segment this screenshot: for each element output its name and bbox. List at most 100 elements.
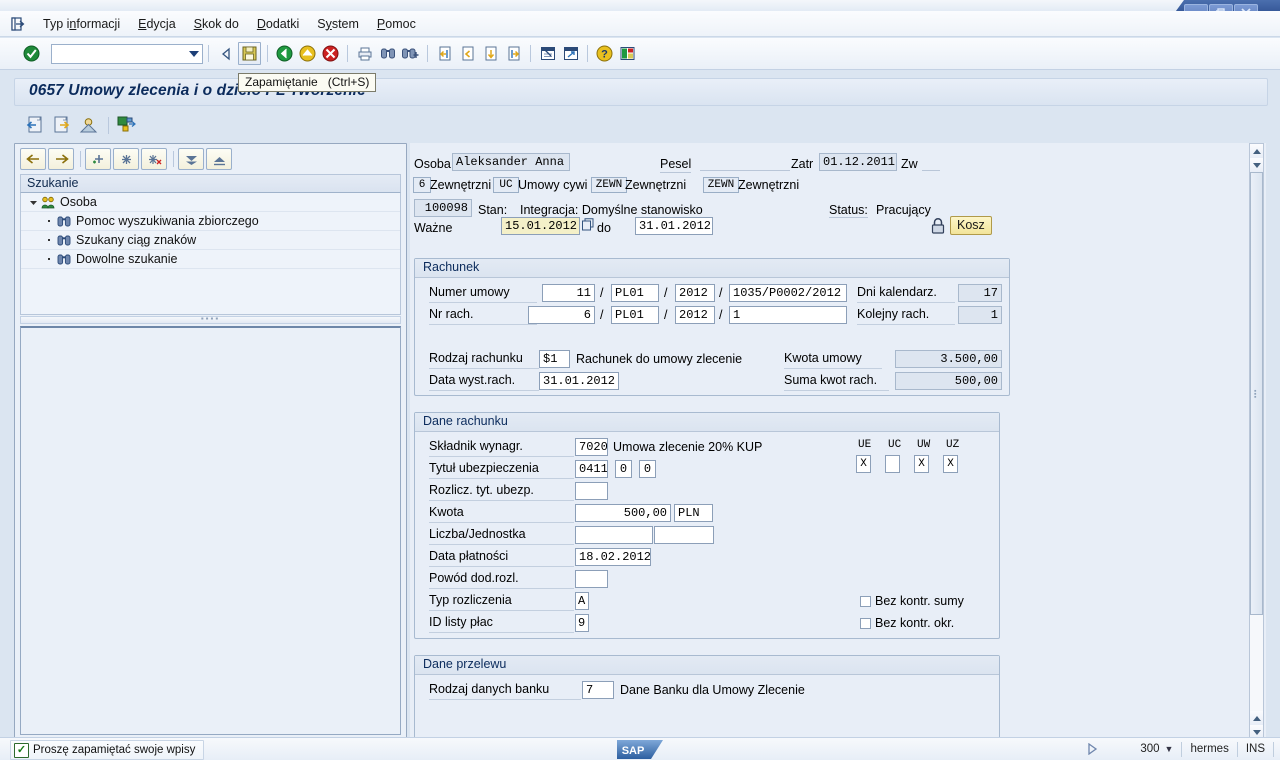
delete-button[interactable]: Kosz [950,216,992,235]
pesel-value [700,153,790,171]
group-rachunek: Rachunek Numer umowy 11 / PL01 / 2012 / … [414,258,1010,396]
add-node-icon[interactable] [85,148,111,170]
bez-kontr-sumy-checkbox[interactable] [860,596,871,607]
suma-kwot-label: Suma kwot rach. [784,373,889,391]
main-scrollbar-thumb[interactable]: ▪ ▪ ▪ [1250,172,1263,615]
toolbar-separator [347,45,348,62]
scroll-up-button[interactable] [1250,144,1263,159]
exit-arrow-icon[interactable] [8,15,28,33]
status-system[interactable]: 300 ▼ [1118,741,1183,757]
stan-value: Integracja: Domyślne stanowisko [520,203,703,217]
numer-umowy-field-3[interactable]: 2012 [675,284,715,302]
find-icon[interactable] [377,43,398,64]
find-next-icon[interactable] [400,43,421,64]
bullet-icon [43,218,56,225]
back-arrow-icon[interactable] [20,148,46,170]
jednostka-field[interactable] [654,526,714,544]
help-icon[interactable]: ? [594,43,615,64]
rodzaj-rachunku-field[interactable]: $1 [539,350,570,368]
chevron-down-icon[interactable] [27,198,40,207]
back-green-icon[interactable] [274,43,295,64]
kwota-field[interactable]: 500,00 [575,504,671,522]
expand-node-icon[interactable] [113,148,139,170]
powod-field[interactable] [575,570,608,588]
skladnik-field[interactable]: 7020 [575,438,608,456]
tree-node-osoba[interactable]: Osoba [21,193,400,212]
tree-column-header: Szukanie [20,174,401,193]
menu-edycja[interactable]: Edycja [129,15,185,33]
flag-header-ue: UE [858,439,872,451]
typ-rozliczenia-field[interactable]: A [575,592,589,610]
delete-node-icon[interactable] [141,148,167,170]
last-page-icon[interactable] [503,43,524,64]
new-session-icon[interactable] [537,43,558,64]
back-triangle-icon[interactable] [215,43,236,64]
nr-rach-field-4[interactable]: 1 [729,306,847,324]
menu-system[interactable]: System [308,15,368,33]
scroll-down-button-top[interactable] [1250,158,1263,173]
matchcode-icon[interactable] [582,218,594,235]
rodzaj-danych-banku-field[interactable]: 7 [582,681,614,699]
nr-rach-field-1[interactable]: 6 [528,306,595,324]
next-record-icon[interactable] [49,114,73,136]
collapse-all-icon[interactable] [206,148,232,170]
expand-status-icon[interactable] [1087,742,1098,758]
org-assignment-icon[interactable] [114,114,138,136]
tytul-ubezpieczenia-field[interactable]: 0411 [575,460,608,478]
flag-uz-field[interactable]: X [943,455,958,473]
data-platnosci-field[interactable]: 18.02.2012 [575,548,651,566]
first-page-icon[interactable] [434,43,455,64]
tree-node-label: Szukany ciąg znaków [76,233,197,247]
main-vertical-scrollbar[interactable]: ▪ ▪ ▪ [1249,143,1264,740]
expand-all-icon[interactable] [178,148,204,170]
bez-kontr-okr-checkbox[interactable] [860,618,871,629]
command-field[interactable] [51,43,203,64]
numer-umowy-field-4[interactable]: 1035/P0002/2012 [729,284,847,302]
data-wyst-label: Data wyst.rach. [429,373,539,391]
previous-page-icon[interactable] [457,43,478,64]
enter-check-icon[interactable] [21,43,42,64]
group-dane-przelewu-title: Dane przelewu [415,656,999,675]
menu-typ-informacji[interactable]: Typ informacji [34,15,129,33]
next-page-icon[interactable] [480,43,501,64]
forward-arrow-icon[interactable] [48,148,74,170]
tree-node-dowolne-szukanie[interactable]: Dowolne szukanie [21,250,400,269]
tytul-sub1-field[interactable]: 0 [615,460,632,478]
tree-node-pomoc-wyszukiwania[interactable]: Pomoc wyszukiwania zbiorczego [21,212,400,231]
flag-ue-field[interactable]: X [856,455,871,473]
customize-layout-icon[interactable] [617,43,638,64]
status-insert-mode[interactable]: INS [1238,741,1274,757]
cancel-red-icon[interactable] [320,43,341,64]
numer-umowy-field-2[interactable]: PL01 [611,284,659,302]
liczba-field[interactable] [575,526,653,544]
save-icon[interactable] [238,42,261,65]
nr-rach-field-2[interactable]: PL01 [611,306,659,324]
chevron-down-icon[interactable] [189,50,199,57]
save-tooltip: Zapamiętanie (Ctrl+S) [238,73,377,92]
chevron-down-icon[interactable]: ▼ [1165,744,1174,754]
tytul-sub2-field[interactable]: 0 [639,460,656,478]
valid-from-field[interactable]: 15.01.2012 [501,217,580,235]
rozlicz-field[interactable] [575,482,608,500]
id-listy-plac-field[interactable]: 9 [575,614,589,632]
flag-uw-field[interactable]: X [914,455,929,473]
numer-umowy-field-1[interactable]: 11 [542,284,595,302]
bez-kontr-okr-label: Bez kontr. okr. [875,616,955,630]
print-icon[interactable] [354,43,375,64]
menu-dodatki[interactable]: Dodatki [248,15,308,33]
menu-skok-do[interactable]: Skok do [185,15,248,33]
tree-node-szukany-ciag-znakow[interactable]: Szukany ciąg znaków [21,231,400,250]
panel-splitter[interactable]: ▪▪▪▪ [20,315,401,324]
data-wyst-field[interactable]: 31.01.2012 [539,372,619,390]
create-shortcut-icon[interactable] [560,43,581,64]
flag-header-uw: UW [917,439,931,451]
nr-rach-field-3[interactable]: 2012 [675,306,715,324]
flag-uc-field[interactable] [885,455,900,473]
menu-pomoc[interactable]: Pomoc [368,15,425,33]
scroll-up-button-bottom[interactable] [1250,711,1263,725]
kwota-currency-field[interactable]: PLN [674,504,713,522]
previous-record-icon[interactable] [22,114,46,136]
exit-yellow-icon[interactable] [297,43,318,64]
person-photo-icon[interactable] [76,114,100,136]
valid-to-field[interactable]: 31.01.2012 [635,217,713,235]
